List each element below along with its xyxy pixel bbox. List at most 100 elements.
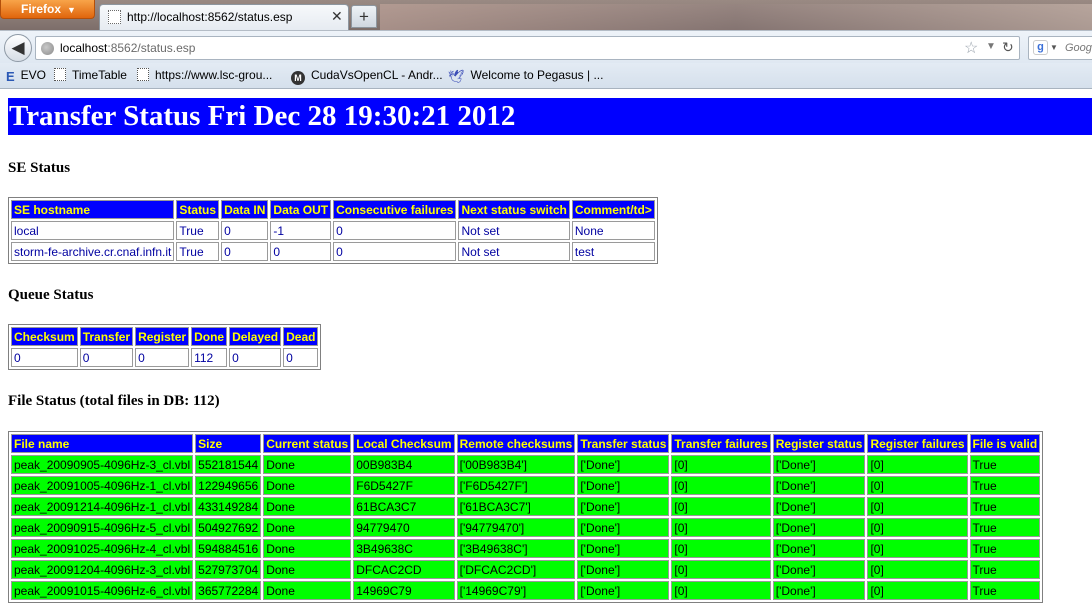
table-cell: 504927692 [195,518,262,537]
column-header: Checksum [11,327,78,346]
table-cell: [0] [867,560,968,579]
table-header-row: SE hostname Status Data IN Data OUT Consecut… [11,200,655,219]
table-cell: 0 [270,242,332,261]
table-cell: peak_20091005-4096Hz-1_cl.vbl [11,476,194,495]
table-cell: ['Done'] [577,497,670,516]
column-header: Remote checksums [456,434,576,453]
chevron-down-icon[interactable]: ▼ [986,41,996,52]
table-cell: ['DFCAC2CD'] [456,560,576,579]
table-cell: ['3B49638C'] [456,539,576,558]
new-tab-button[interactable]: + [351,5,377,28]
table-cell: 365772284 [195,581,262,600]
table-cell: ['Done'] [772,455,866,474]
column-header: Data OUT [270,200,332,219]
table-header-row: Checksum Transfer Register Done Delayed Dead [11,327,319,346]
table-cell: peak_20091025-4096Hz-4_cl.vbl [11,539,194,558]
bookmark-label: EVO [20,68,47,82]
bookmark-lsc-group[interactable]: https://www.lsc-grou... [137,68,272,82]
table-cell: Done [263,518,352,537]
table-row: peak_20091214-4096Hz-1_cl.vbl 433149284 Do… [11,497,1041,516]
bookmark-label: TimeTable [72,68,127,82]
table-row: peak_20091015-4096Hz-6_cl.vbl 365772284 Do… [11,581,1041,600]
table-cell: Done [263,560,352,579]
navigation-toolbar: ◀ localhost:8562/status.esp ☆ ▼ ↻ g ▼ Go… [0,30,1092,63]
bookmark-evo[interactable]: E EVO [6,68,46,84]
page-icon [54,68,66,81]
table-row: storm-fe-archive.cr.cnaf.infn.it True 0 0 0 N… [11,242,655,261]
table-cell: 112 [191,348,228,367]
table-cell: [0] [671,455,771,474]
url-bar[interactable]: localhost:8562/status.esp ☆ ▼ ↻ [35,36,1020,60]
file-status-heading: File Status (total files in DB: 112) [8,393,220,409]
close-icon[interactable]: ✕ [331,8,343,25]
pegasus-icon: 🕊 [448,69,465,84]
table-cell: ['Done'] [577,539,670,558]
table-cell: [0] [867,455,968,474]
wiki-icon: M [291,71,305,85]
table-cell: [0] [867,497,968,516]
table-row: peak_20091025-4096Hz-4_cl.vbl 594884516 Do… [11,539,1041,558]
table-cell: ['Done'] [772,476,866,495]
table-cell: [0] [671,497,771,516]
window-titlebar: Firefox ▼ http://localhost:8562/status.es… [0,0,1092,30]
table-cell: ['61BCA3C7'] [456,497,576,516]
back-button[interactable]: ◀ [4,34,32,62]
table-cell: peak_20090905-4096Hz-3_cl.vbl [11,455,194,474]
table-row: peak_20091005-4096Hz-1_cl.vbl 122949656 Do… [11,476,1041,495]
column-header: Register status [772,434,866,453]
bookmarks-toolbar: E EVO TimeTable https://www.lsc-grou... M… [0,63,1092,89]
google-icon[interactable]: g [1033,40,1048,55]
back-arrow-icon: ◀ [11,38,25,57]
table-cell: 0 [221,221,269,240]
column-header: Next status switch [458,200,570,219]
table-cell: ['Done'] [772,560,866,579]
browser-tab[interactable]: http://localhost:8562/status.esp ✕ [99,4,349,30]
bookmark-timetable[interactable]: TimeTable [54,68,127,82]
table-cell: ['Done'] [577,476,670,495]
table-cell: [0] [867,476,968,495]
column-header: Data IN [221,200,269,219]
bookmark-pegasus[interactable]: 🕊 Welcome to Pegasus | ... [448,68,603,85]
bookmark-cudavsopencl[interactable]: M CudaVsOpenCL - Andr... [291,68,443,85]
url-text[interactable]: localhost:8562/status.esp [60,41,195,55]
globe-icon [41,42,54,55]
table-cell: 61BCA3C7 [353,497,455,516]
column-header: Transfer [79,327,134,346]
table-cell: -1 [270,221,332,240]
chevron-down-icon[interactable]: ▼ [1050,43,1058,52]
queue-status-heading: Queue Status [8,287,94,303]
table-cell: [0] [671,581,771,600]
table-cell: ['00B983B4'] [456,455,576,474]
table-row: peak_20091204-4096Hz-3_cl.vbl 527973704 Do… [11,560,1041,579]
firefox-menu-label: Firefox [21,2,62,16]
page-icon [137,68,149,81]
page-icon [108,10,121,24]
table-cell: ['Done'] [577,518,670,537]
table-cell: 0 [229,348,282,367]
table-cell: 0 [11,348,78,367]
table-cell: local [11,221,175,240]
table-cell: 0 [333,242,457,261]
table-cell: 3B49638C [353,539,455,558]
table-cell: ['F6D5427F'] [456,476,576,495]
table-cell: peak_20090915-4096Hz-5_cl.vbl [11,518,194,537]
table-cell: [0] [671,476,771,495]
page-content: Transfer Status Fri Dec 28 19:30:21 2012… [0,90,1092,609]
table-cell: True [969,581,1041,600]
table-cell: 0 [283,348,319,367]
column-header: Register failures [867,434,968,453]
table-cell: ['14969C79'] [456,581,576,600]
bookmark-star-icon[interactable]: ☆ [964,38,978,58]
search-bar[interactable]: g ▼ Goog [1028,36,1092,60]
reload-icon[interactable]: ↻ [1002,39,1014,56]
table-cell: ['Done'] [577,581,670,600]
table-cell: Done [263,455,352,474]
table-cell: ['Done'] [772,581,866,600]
url-host: localhost [60,41,108,55]
bookmark-label: CudaVsOpenCL - Andr... [311,68,443,82]
table-cell: None [571,221,655,240]
firefox-menu-button[interactable]: Firefox ▼ [0,0,95,19]
table-row: peak_20090905-4096Hz-3_cl.vbl 552181544 Do… [11,455,1041,474]
column-header: Local Checksum [353,434,455,453]
table-cell: F6D5427F [353,476,455,495]
